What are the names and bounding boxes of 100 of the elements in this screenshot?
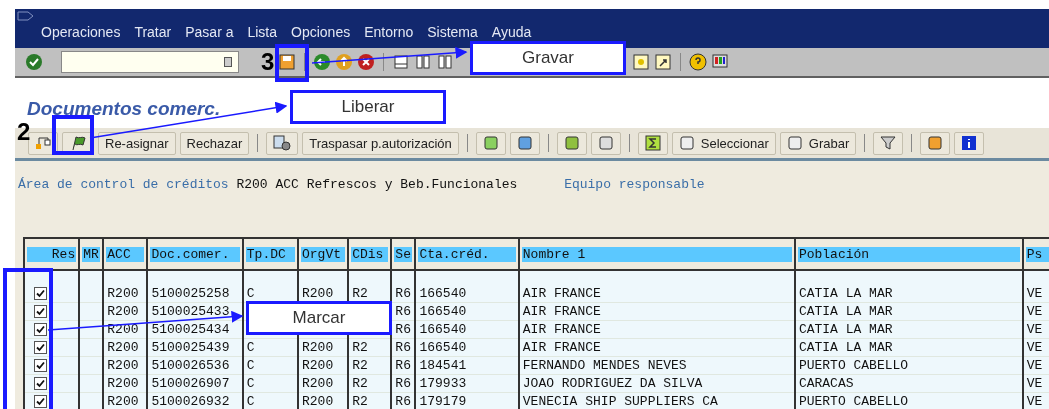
table-cell: AIR FRANCE xyxy=(522,304,601,319)
cancel-icon[interactable] xyxy=(357,53,376,71)
menu-item[interactable]: Operaciones xyxy=(41,24,121,40)
toolbar-button[interactable]: Re-asignar xyxy=(98,131,176,155)
row-checkbox[interactable] xyxy=(34,359,47,372)
table-cell: R200 xyxy=(107,340,139,355)
highlight-frame xyxy=(52,115,94,155)
row-checkbox[interactable] xyxy=(34,305,47,318)
step-number: 2 xyxy=(17,120,31,144)
table-cell: CARACAS xyxy=(798,376,854,391)
row-checkbox[interactable] xyxy=(34,323,47,336)
window-icon[interactable] xyxy=(17,11,35,23)
info-button[interactable] xyxy=(954,131,985,155)
table-cell: R200 xyxy=(107,358,139,373)
save-icon[interactable] xyxy=(278,53,297,71)
column-header[interactable]: ACC xyxy=(106,246,145,262)
menu-item[interactable]: Entorno xyxy=(364,24,414,40)
exit-icon[interactable] xyxy=(335,53,354,71)
table-cell: R6 xyxy=(395,358,411,373)
table-cell: 166540 xyxy=(419,304,467,319)
table-cell: 5100025258 xyxy=(151,286,230,301)
table-cell: CATIA LA MAR xyxy=(798,304,893,319)
filter-button[interactable] xyxy=(873,131,904,155)
table-cell: R6 xyxy=(395,322,411,337)
check-icon[interactable] xyxy=(25,53,43,71)
column-header[interactable]: Res xyxy=(27,246,77,262)
menu-item[interactable]: Sistema xyxy=(427,24,478,40)
settings-button[interactable] xyxy=(266,131,299,155)
column-header[interactable]: OrgVt xyxy=(301,246,346,262)
table-cell: R200 xyxy=(107,376,139,391)
table-cell: C xyxy=(246,340,255,355)
table-cell: 166540 xyxy=(419,322,467,337)
table-cell: R200 xyxy=(302,286,334,301)
table-cell: AIR FRANCE xyxy=(522,286,601,301)
table-cell: R6 xyxy=(395,304,411,319)
table-cell: R6 xyxy=(395,376,411,391)
menu-item[interactable]: Opciones xyxy=(291,24,351,40)
table-cell: 166540 xyxy=(419,340,467,355)
table-cell: 5100026907 xyxy=(151,376,230,391)
menu-item[interactable]: Tratar xyxy=(134,24,172,40)
callout-label: Gravar xyxy=(470,41,626,75)
table-cell: C xyxy=(246,376,255,391)
table-cell: C xyxy=(246,394,255,409)
command-field[interactable] xyxy=(61,51,239,73)
help-icon[interactable] xyxy=(689,53,708,71)
field-label: Equipo responsable xyxy=(564,177,705,194)
table-cell: 179933 xyxy=(419,376,467,391)
sigma-icon xyxy=(644,135,661,151)
info-icon xyxy=(961,135,978,151)
table-cell: R200 xyxy=(302,358,334,373)
column-header[interactable]: Ps xyxy=(1025,246,1049,262)
table-cell: 5100025439 xyxy=(151,340,230,355)
column-header[interactable]: Población xyxy=(797,246,1020,262)
menu-item[interactable]: Ayuda xyxy=(491,24,532,40)
table-cell: AIR FRANCE xyxy=(522,322,601,337)
toolbar-button[interactable]: Seleccionar xyxy=(671,131,776,155)
toolbar-button[interactable]: Grabar xyxy=(779,131,857,155)
table-cell: VE xyxy=(1026,376,1043,391)
highlight-frame xyxy=(275,44,309,82)
table-cell: VE xyxy=(1026,340,1043,355)
field-label: Área de control de créditos xyxy=(18,177,229,194)
menu-item[interactable]: Lista xyxy=(247,24,278,40)
table-cell: R200 xyxy=(302,394,334,409)
table-cell: C xyxy=(246,358,255,373)
new-session-icon[interactable] xyxy=(632,53,651,71)
sum-button[interactable] xyxy=(637,131,668,155)
toolbar-button[interactable]: Traspasar p.autorización xyxy=(302,131,459,155)
menu-item[interactable]: Pasar a xyxy=(185,24,234,40)
column-header[interactable]: CDis xyxy=(351,246,389,262)
column-header[interactable]: MR xyxy=(82,246,101,262)
column-header[interactable]: Se xyxy=(394,246,413,262)
back-icon[interactable] xyxy=(313,53,332,71)
table-cell: VE xyxy=(1026,358,1043,373)
row-checkbox[interactable] xyxy=(34,287,47,300)
screen-title: Documentos comerc. xyxy=(27,98,221,120)
row-checkbox[interactable] xyxy=(34,377,47,390)
column-header[interactable]: Cta.créd. xyxy=(418,246,516,262)
table-cell: 5100026932 xyxy=(151,394,230,409)
table-cell: R6 xyxy=(395,286,411,301)
shortcut-icon[interactable] xyxy=(654,53,673,71)
flag-icon xyxy=(69,135,87,151)
table-cell: R6 xyxy=(395,394,411,409)
table-cell: JOAO RODRIGUEZ DA SILVA xyxy=(522,376,703,391)
row-checkbox[interactable] xyxy=(34,341,47,354)
table-cell: 5100025433 xyxy=(151,304,230,319)
table-cell: 184541 xyxy=(419,358,467,373)
column-header[interactable]: Tp.DC xyxy=(245,246,295,262)
table-cell: R200 xyxy=(107,286,139,301)
column-header[interactable]: Doc.comer. xyxy=(150,246,240,262)
table-cell: VE xyxy=(1026,304,1043,319)
table-cell: R2 xyxy=(352,358,368,373)
table-cell: R2 xyxy=(352,376,368,391)
table-cell: R6 xyxy=(395,340,411,355)
column-header[interactable]: Nombre 1 xyxy=(521,246,792,262)
table-cell: R2 xyxy=(352,286,368,301)
history-icon[interactable] xyxy=(224,57,232,67)
toolbar-button[interactable]: Rechazar xyxy=(179,131,250,155)
row-checkbox[interactable] xyxy=(34,395,47,408)
table-cell: R200 xyxy=(107,394,139,409)
table-cell: 166540 xyxy=(419,286,467,301)
